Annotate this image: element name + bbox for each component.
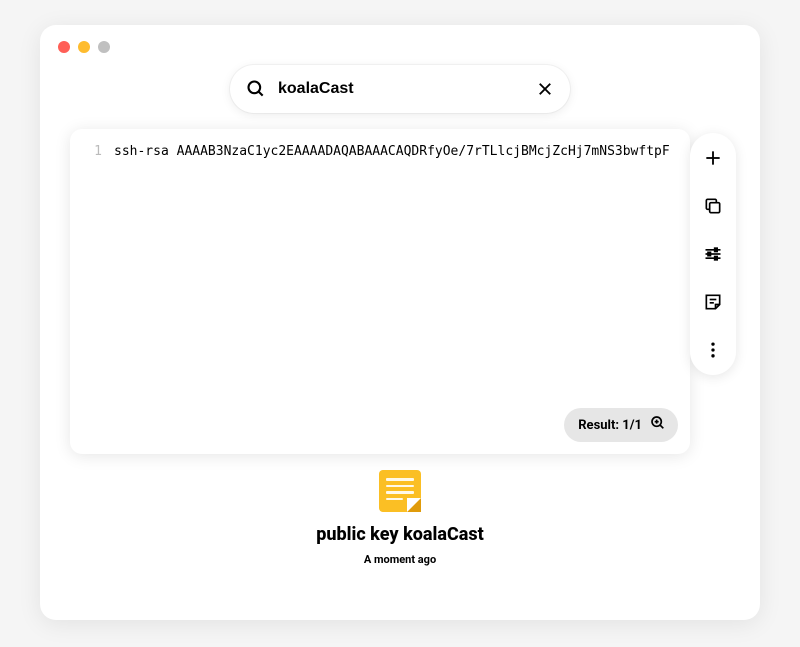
- search-bar: [230, 65, 570, 113]
- settings-button[interactable]: [702, 243, 724, 265]
- code-content: ssh-rsa AAAAB3NzaC1yc2EAAAADAQABAAACAQDR…: [114, 143, 670, 161]
- app-window: 1 ssh-rsa AAAAB3NzaC1yc2EAAAADAQABAAACAQ…: [40, 25, 760, 620]
- more-button[interactable]: [702, 339, 724, 361]
- result-count-label: Result: 1/1: [578, 418, 642, 433]
- line-number: 1: [82, 143, 102, 161]
- copy-button[interactable]: [702, 195, 724, 217]
- note-button[interactable]: [702, 291, 724, 313]
- zoom-in-icon: [650, 415, 666, 435]
- footer: public key koalaCast A moment ago: [40, 470, 760, 566]
- document-timestamp: A moment ago: [364, 553, 436, 566]
- window-controls: [58, 41, 110, 53]
- code-area[interactable]: 1 ssh-rsa AAAAB3NzaC1yc2EAAAADAQABAAACAQ…: [70, 129, 690, 175]
- clear-search-button[interactable]: [536, 80, 554, 98]
- add-button[interactable]: [702, 147, 724, 169]
- search-icon: [246, 79, 266, 99]
- search-result-badge[interactable]: Result: 1/1: [564, 408, 678, 442]
- maximize-window-button[interactable]: [98, 41, 110, 53]
- close-window-button[interactable]: [58, 41, 70, 53]
- minimize-window-button[interactable]: [78, 41, 90, 53]
- document-title: public key koalaCast: [316, 524, 484, 545]
- content-card: 1 ssh-rsa AAAAB3NzaC1yc2EAAAADAQABAAACAQ…: [70, 129, 690, 454]
- search-input[interactable]: [278, 80, 524, 98]
- note-document-icon: [379, 470, 421, 512]
- side-toolbar: [690, 133, 736, 375]
